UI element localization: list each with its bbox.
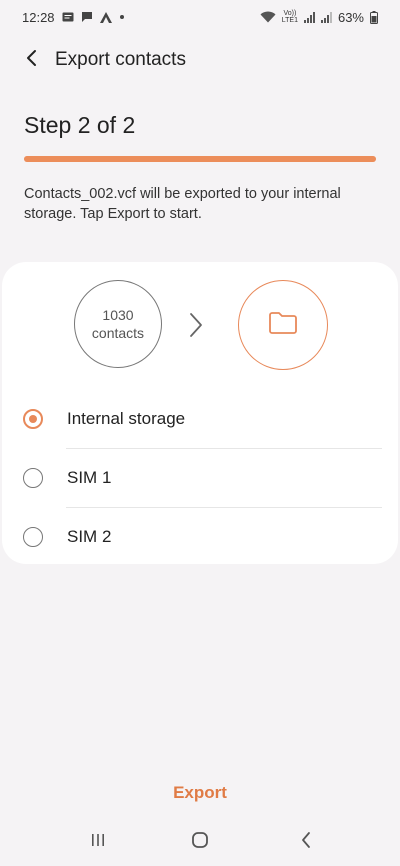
status-bar-left: 12:28 [22, 10, 125, 25]
nav-back-button[interactable] [284, 822, 328, 862]
battery-percent: 63% [337, 9, 364, 25]
contacts-count-circle: 1030 contacts [74, 280, 162, 368]
destination-circle [238, 280, 328, 370]
app-notification-icon [99, 11, 112, 23]
system-nav-bar [0, 820, 400, 864]
export-options-card: 1030 contacts Internal storage SIM 1 SIM… [2, 262, 398, 564]
option-label: SIM 1 [67, 468, 112, 487]
lte-label: LTE1 [281, 17, 298, 24]
recent-apps-icon [90, 832, 106, 853]
back-arrow-icon [25, 49, 39, 72]
option-label: SIM 2 [67, 527, 112, 546]
radio-sim-1[interactable] [23, 468, 43, 488]
folder-icon [268, 311, 298, 340]
nav-back-icon [300, 831, 312, 854]
option-internal-storage[interactable]: Internal storage [2, 390, 398, 448]
contacts-count: 1030 [102, 307, 134, 323]
signal-strength-2-icon [320, 11, 332, 23]
option-sim-1[interactable]: SIM 1 [2, 449, 398, 507]
volte-label: Vo)) [283, 10, 297, 17]
page-title: Export contacts [55, 49, 186, 70]
export-info-text: Contacts_002.vcf will be exported to you… [24, 186, 341, 222]
app-header: Export contacts [0, 40, 400, 80]
radio-sim-2[interactable] [23, 527, 43, 547]
chevron-right-icon [188, 312, 204, 343]
wifi-icon [260, 11, 276, 23]
radio-internal-storage[interactable] [23, 409, 43, 429]
status-time: 12:28 [22, 9, 55, 25]
more-notifications-dot-icon [119, 14, 125, 20]
option-sim-2[interactable]: SIM 2 [2, 508, 398, 566]
progress-bar [24, 156, 376, 162]
contacts-count-label: contacts [91, 325, 145, 341]
progress-bar-fill [24, 156, 376, 162]
message-notification-icon [62, 12, 74, 23]
home-button[interactable] [178, 822, 222, 862]
option-label: Internal storage [67, 409, 186, 428]
recent-apps-button[interactable] [76, 822, 120, 862]
export-button[interactable]: Export [150, 776, 250, 810]
status-bar: 12:28 Vo)) LTE1 63% [0, 0, 400, 34]
chat-notification-icon [81, 11, 93, 23]
signal-strength-1-icon [303, 11, 315, 23]
step-title: Step 2 of 2 [24, 112, 136, 138]
home-icon [191, 831, 209, 854]
back-button[interactable] [4, 40, 60, 80]
battery-icon [370, 10, 378, 24]
volte-indicator: Vo)) LTE1 [282, 10, 298, 24]
status-bar-right: Vo)) LTE1 63% [260, 10, 378, 25]
